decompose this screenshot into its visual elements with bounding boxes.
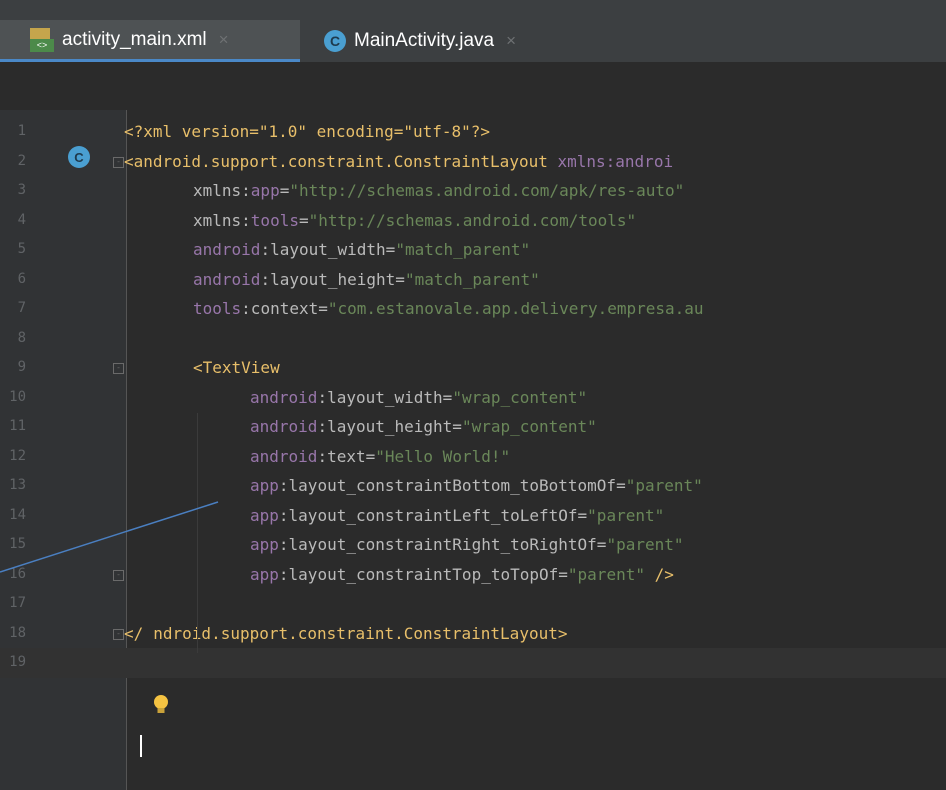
line-number: 17: [9, 595, 26, 611]
fold-icon[interactable]: -: [113, 363, 124, 374]
line-number: 2: [17, 152, 26, 169]
line-number: 1: [17, 123, 26, 139]
line-number: 4: [17, 211, 26, 228]
code-line: </ndroid.support.constraint.ConstraintLa…: [124, 623, 568, 643]
indent-guide: [197, 413, 198, 653]
line-number: 10: [9, 388, 26, 405]
editor-tab-bar: <> activity_main.xml × C MainActivity.ja…: [0, 0, 946, 62]
line-number: 5: [17, 241, 26, 257]
java-class-icon: C: [324, 30, 346, 52]
code-line: android:layout_height="wrap_content": [250, 417, 597, 436]
line-number: 13: [9, 477, 26, 493]
breadcrumb-strip: [0, 62, 946, 110]
code-line: app:layout_constraintRight_toRightOf="pa…: [250, 535, 684, 554]
close-icon[interactable]: ×: [506, 31, 516, 51]
line-number: 7: [17, 300, 26, 316]
tab-label: MainActivity.java: [354, 30, 495, 51]
code-line: xmlns:app="http://schemas.android.com/ap…: [193, 181, 685, 200]
code-line: android:layout_width="wrap_content": [250, 387, 588, 407]
tab-activity-main-xml[interactable]: <> activity_main.xml ×: [0, 20, 300, 62]
code-line: app:layout_constraintTop_toTopOf="parent…: [250, 564, 674, 584]
code-line: <TextView: [193, 358, 280, 377]
code-line: app:layout_constraintLeft_toLeftOf="pare…: [250, 505, 665, 525]
tab-label: activity_main.xml: [62, 28, 207, 50]
code-line: android:layout_height="match_parent": [193, 269, 540, 289]
line-number: 9: [17, 359, 26, 375]
xml-file-icon: <>: [30, 27, 54, 52]
tab-main-activity-java[interactable]: C MainActivity.java ×: [306, 20, 556, 62]
fold-icon[interactable]: -: [113, 156, 124, 168]
code-line: xmlns:tools="http://schemas.android.com/…: [193, 210, 637, 230]
lightbulb-icon[interactable]: [152, 694, 170, 716]
line-number: 6: [17, 270, 26, 287]
code-line: android:layout_width="match_parent": [193, 240, 531, 259]
line-number: 3: [17, 182, 26, 198]
code-line: <?xml version="1.0" encoding="utf-8"?>: [124, 122, 491, 141]
code-line: <android.support.constraint.ConstraintLa…: [124, 151, 674, 171]
line-number: 12: [9, 447, 26, 464]
fold-icon[interactable]: -: [113, 628, 124, 640]
line-number: 11: [9, 418, 26, 434]
line-number: 15: [9, 536, 26, 552]
close-icon[interactable]: ×: [219, 30, 229, 50]
code-line: app:layout_constraintBottom_toBottomOf="…: [250, 476, 703, 495]
line-number: 16: [9, 565, 26, 582]
line-number: 18: [9, 624, 26, 641]
line-number: 19: [9, 654, 26, 670]
text-caret: [140, 735, 142, 757]
fold-icon[interactable]: -: [113, 569, 124, 581]
code-line: tools:context="com.estanovale.app.delive…: [193, 299, 704, 318]
line-number: 8: [17, 329, 26, 346]
line-number: 14: [9, 506, 26, 523]
code-line: android:text="Hello World!": [250, 446, 511, 466]
